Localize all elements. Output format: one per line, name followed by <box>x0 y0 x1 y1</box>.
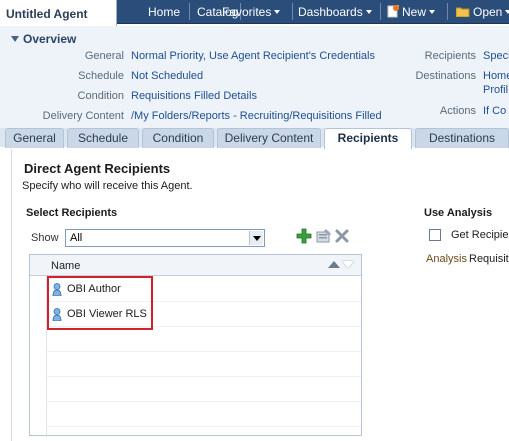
nav-separator <box>447 3 448 20</box>
tab-bar: General Schedule Condition Delivery Cont… <box>0 128 509 150</box>
chevron-down-icon <box>429 10 436 14</box>
overview-general-label: General <box>84 50 124 62</box>
edit-recipient-icon[interactable] <box>316 228 332 244</box>
overview-schedule-link[interactable]: Not Scheduled <box>131 70 203 82</box>
get-recipients-label: Get Recipien <box>451 229 509 241</box>
folder-open-icon <box>455 7 470 18</box>
nav-favorites-label: Favorites <box>222 5 272 19</box>
page-title: Untitled Agent <box>0 0 117 26</box>
table-row-empty <box>47 353 361 377</box>
tab-schedule[interactable]: Schedule <box>67 128 139 148</box>
chevron-down-icon <box>365 10 372 14</box>
collapse-triangle-icon <box>11 36 19 42</box>
overview-destinations-link[interactable]: Home <box>483 70 509 82</box>
overview-delivery-label: Delivery Content <box>42 110 124 122</box>
overview-condition-link[interactable]: Requisitions Filled Details <box>131 90 257 102</box>
overview-condition-label: Condition <box>77 90 124 102</box>
chevron-down-icon <box>505 10 509 14</box>
add-recipient-icon[interactable] <box>296 228 312 244</box>
nav-favorites-menu[interactable]: Favorites <box>222 5 281 19</box>
overview-recipients-label: Recipients <box>424 50 476 62</box>
overview-recipients-link[interactable]: Speci <box>483 50 509 62</box>
get-recipients-checkbox[interactable] <box>429 229 441 241</box>
show-label: Show <box>31 232 59 244</box>
new-document-icon <box>387 5 399 18</box>
tab-recipients[interactable]: Recipients <box>324 128 412 150</box>
analysis-label: Analysis <box>426 253 467 265</box>
nav-home[interactable]: Home <box>148 5 180 19</box>
highlight-annotation-box <box>47 276 153 330</box>
table-header: Name <box>30 255 361 276</box>
overview-schedule-label: Schedule <box>78 70 124 82</box>
nav-open-label: Open <box>473 5 503 19</box>
show-select-value: All <box>70 232 83 244</box>
table-row-empty <box>47 403 361 427</box>
overview-destinations-label: Destinations <box>415 70 476 82</box>
section-heading: Direct Agent Recipients <box>24 161 171 176</box>
table-row-empty <box>47 378 361 402</box>
nav-open-menu[interactable]: Open <box>455 5 509 19</box>
overview-general-link[interactable]: Normal Priority, Use Agent Recipient's C… <box>131 50 375 62</box>
sort-ascending-icon[interactable] <box>328 261 340 268</box>
tab-general[interactable]: General <box>5 128 64 148</box>
tab-condition[interactable]: Condition <box>142 128 214 148</box>
nav-new-label: New <box>402 5 427 19</box>
nav-new-menu[interactable]: New <box>387 5 436 19</box>
overview-actions-link[interactable]: If Co <box>483 105 506 117</box>
overview-actions-label: Actions <box>439 105 476 117</box>
section-description: Specify who will receive this Agent. <box>22 180 193 192</box>
overview-delivery-link[interactable]: /My Folders/Reports - Recruiting/Requisi… <box>131 110 382 122</box>
delete-recipient-icon[interactable] <box>334 228 350 244</box>
dropdown-arrow-icon[interactable] <box>249 231 263 245</box>
tab-destinations[interactable]: Destinations <box>415 128 509 148</box>
table-row-empty <box>47 328 361 352</box>
overview-destinations-link-2[interactable]: Profil <box>483 84 508 96</box>
show-select[interactable]: All <box>65 229 265 247</box>
select-recipients-heading: Select Recipients <box>26 207 118 219</box>
use-analysis-heading: Use Analysis <box>424 207 493 219</box>
overview-title: Overview <box>23 32 77 46</box>
tab-delivery-content[interactable]: Delivery Content <box>217 128 321 148</box>
nav-separator <box>292 3 293 20</box>
chevron-down-icon <box>274 10 281 14</box>
overview-toggle[interactable]: Overview <box>11 32 76 46</box>
sort-descending-icon[interactable] <box>342 261 354 268</box>
nav-separator <box>380 3 381 20</box>
analysis-value: Requisiti <box>469 253 509 265</box>
nav-dashboards-menu[interactable]: Dashboards <box>298 5 372 19</box>
nav-separator <box>189 3 190 20</box>
column-header-name[interactable]: Name <box>51 260 80 272</box>
nav-dashboards-label: Dashboards <box>298 5 363 19</box>
